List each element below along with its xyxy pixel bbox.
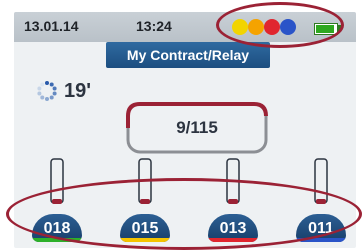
spinner-dot	[45, 97, 49, 101]
status-bar: 13.01.14 13:24	[14, 12, 356, 42]
spinner-dot	[49, 95, 54, 100]
lane-2[interactable]: 015	[116, 158, 178, 248]
status-dots	[232, 19, 312, 35]
lane-color-stripe	[32, 238, 82, 242]
spinner-dot	[37, 91, 42, 96]
spinner-dot	[52, 91, 57, 96]
lane-4[interactable]: 011	[292, 158, 354, 248]
lane-badge[interactable]: 015	[120, 214, 170, 242]
lane-label: 011	[308, 220, 334, 237]
screen-title-text: My Contract/Relay	[126, 47, 250, 63]
device-screen: 13.01.14 13:24 My Contract/Relay 19' 9/1…	[14, 12, 356, 248]
timer: 19'	[36, 80, 91, 102]
screen-title: My Contract/Relay	[106, 42, 270, 68]
status-dot-red	[264, 19, 280, 35]
spinner-dot	[37, 86, 42, 91]
lane-label: 013	[219, 220, 247, 237]
status-dot-blue	[280, 19, 296, 35]
spinner-dot	[52, 86, 57, 91]
tube-icon	[50, 158, 64, 206]
status-time: 13:24	[136, 18, 172, 34]
tube-icon	[226, 158, 240, 206]
lane-badge[interactable]: 018	[32, 214, 82, 242]
spinner-dot	[45, 81, 49, 85]
lane-3[interactable]: 013	[204, 158, 266, 248]
lane-1[interactable]: 018	[28, 158, 90, 248]
spinner-dot	[40, 82, 45, 87]
counter-box[interactable]: 9/115	[122, 98, 272, 158]
battery-level	[316, 25, 334, 33]
lane-label: 018	[43, 220, 71, 237]
status-date: 13.01.14	[24, 18, 79, 34]
spinner-icon	[37, 81, 57, 101]
battery-icon	[314, 23, 338, 35]
status-dot-orange	[248, 19, 264, 35]
spinner-dot	[40, 95, 45, 100]
lane-badge[interactable]: 011	[296, 214, 346, 242]
tube-icon	[138, 158, 152, 206]
lane-color-stripe	[120, 238, 170, 242]
lane-label: 015	[131, 220, 159, 237]
battery-tip	[338, 25, 341, 31]
lane-color-stripe	[208, 238, 258, 242]
spinner-dot	[49, 82, 54, 87]
lane-badge[interactable]: 013	[208, 214, 258, 242]
tube-icon	[314, 158, 328, 206]
status-dot-yellow	[232, 19, 248, 35]
counter-value: 9/115	[176, 118, 218, 137]
lane-color-stripe	[296, 238, 346, 242]
timer-value: 19'	[64, 79, 92, 102]
